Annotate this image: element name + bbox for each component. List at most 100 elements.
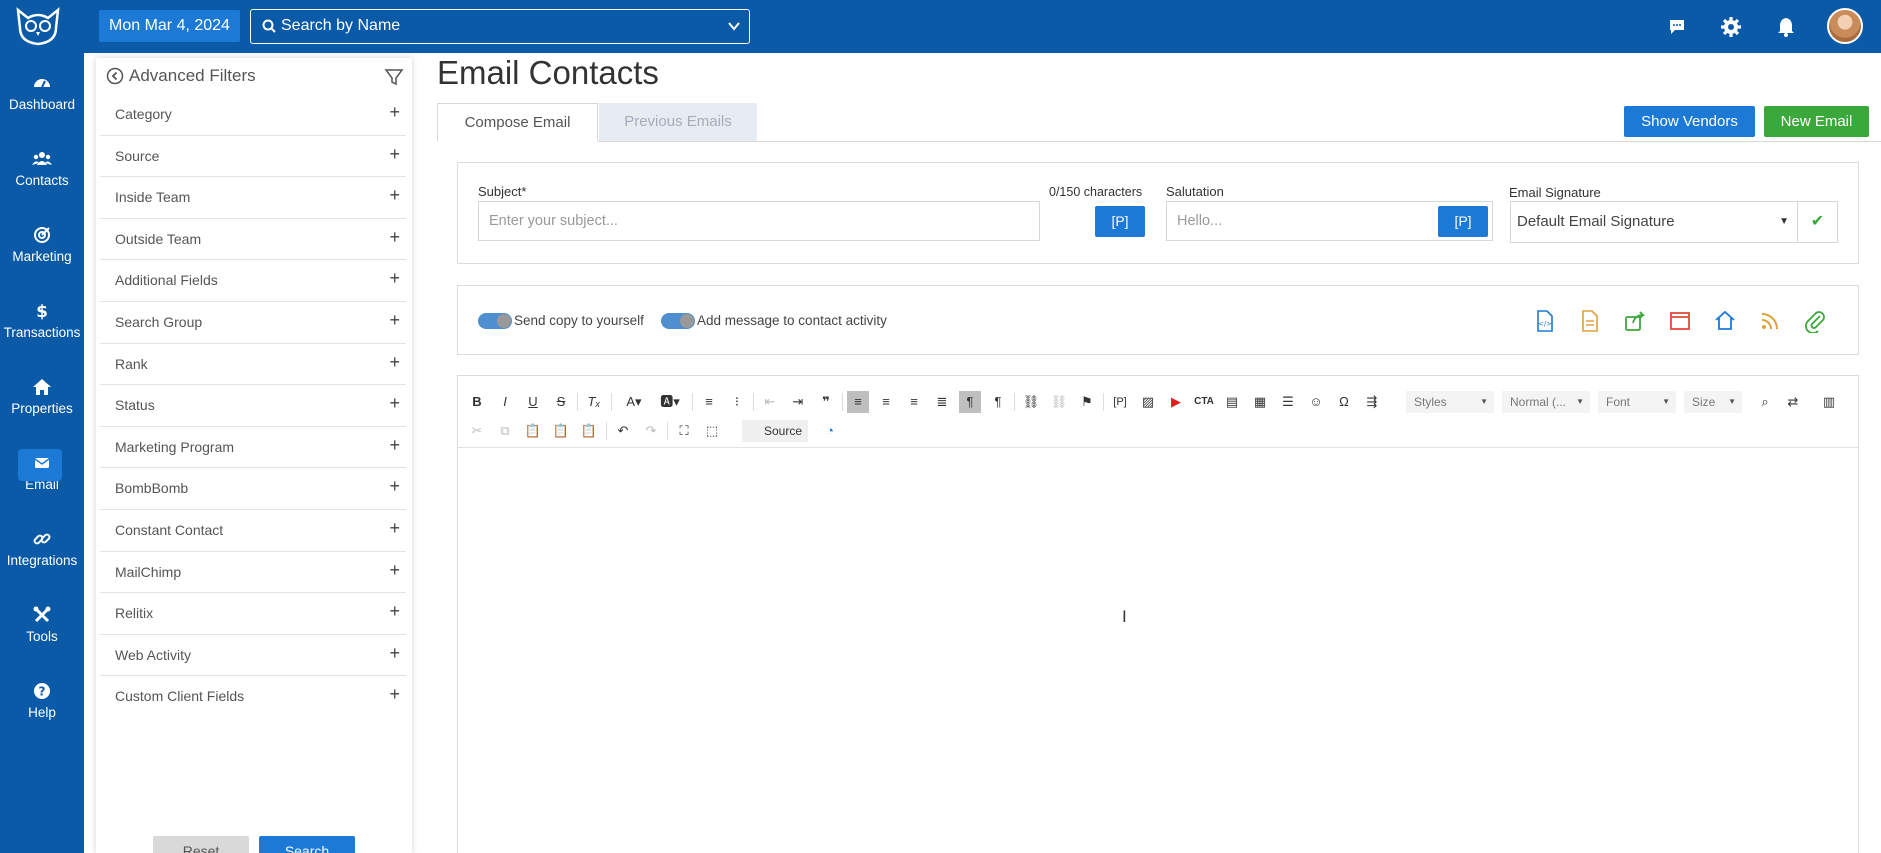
styles-combo[interactable]: Styles ▼ (1406, 391, 1494, 413)
unlink-icon[interactable]: ⛓ (1048, 391, 1070, 413)
align-center-icon[interactable]: ≡ (875, 391, 897, 413)
nav-item-transactions[interactable]: $ Transactions (0, 301, 84, 361)
source-button[interactable]: Source (742, 420, 809, 442)
background-color-icon[interactable]: 🅰▾ (655, 391, 685, 413)
underline-button[interactable]: U (522, 391, 544, 413)
align-left-icon[interactable]: ≡ (847, 391, 869, 413)
subject-placeholder-button[interactable]: [P] (1095, 206, 1145, 237)
table-icon[interactable]: ▦ (1249, 391, 1271, 413)
nav-item-email[interactable]: Email (0, 449, 84, 513)
text-color-icon[interactable]: A▾ (619, 391, 649, 413)
maximize-icon[interactable]: ⛶ (673, 420, 695, 442)
search-by-name-select[interactable]: Search by Name (250, 9, 750, 44)
signature-select[interactable]: Default Email Signature ▼ (1510, 201, 1798, 243)
link-icon[interactable]: ⛓ (1020, 391, 1042, 413)
filter-bombbomb[interactable]: BombBomb + (100, 468, 406, 510)
nav-item-tools[interactable]: Tools (0, 605, 84, 665)
anchor-flag-icon[interactable]: ⚑ (1076, 391, 1098, 413)
filter-status[interactable]: Status + (100, 385, 406, 427)
paste-word-icon[interactable]: 📋 (578, 420, 600, 442)
filter-search-group[interactable]: Search Group + (100, 302, 406, 344)
filter-funnel-icon[interactable] (384, 67, 404, 87)
editor-content-area[interactable] (458, 448, 1858, 853)
filter-source[interactable]: Source + (100, 136, 406, 178)
font-combo[interactable]: Font ▼ (1598, 391, 1676, 413)
filter-outside-team[interactable]: Outside Team + (100, 219, 406, 261)
nav-item-contacts[interactable]: Contacts (0, 149, 84, 209)
italic-button[interactable]: I (494, 391, 516, 413)
subject-input[interactable]: Enter your subject... (478, 201, 1040, 241)
filter-mailchimp[interactable]: MailChimp + (100, 552, 406, 594)
share-icon[interactable] (1623, 309, 1647, 333)
filter-custom-client-fields[interactable]: Custom Client Fields + (100, 676, 406, 718)
gear-icon[interactable] (1717, 13, 1745, 41)
youtube-icon[interactable]: ▶ (1165, 391, 1187, 413)
find-icon[interactable]: ⌕ (1754, 391, 1776, 413)
blockquote-icon[interactable]: ❞ (815, 391, 837, 413)
size-combo[interactable]: Size ▼ (1684, 391, 1742, 413)
replace-icon[interactable]: ⇄ (1782, 391, 1804, 413)
filter-web-activity[interactable]: Web Activity + (100, 635, 406, 677)
property-home-icon[interactable] (1713, 309, 1737, 333)
redo-icon[interactable]: ↷ (640, 420, 662, 442)
date-display[interactable]: Mon Mar 4, 2024 (99, 10, 240, 42)
special-char-icon[interactable]: Ω (1333, 391, 1355, 413)
outdent-icon[interactable]: ⇤ (759, 391, 781, 413)
nav-item-integrations[interactable]: Integrations (0, 529, 84, 589)
nav-item-help[interactable]: ? Help (0, 681, 84, 741)
rss-icon[interactable] (1758, 309, 1782, 333)
ltr-direction-icon[interactable]: ¶ (959, 391, 981, 413)
template-file-icon[interactable] (1578, 309, 1602, 333)
nav-item-properties[interactable]: Properties (0, 377, 84, 437)
attachment-icon[interactable] (1803, 309, 1827, 333)
owl-logo-icon[interactable] (12, 6, 64, 46)
filter-relitix[interactable]: Relitix + (100, 593, 406, 635)
filter-marketing-program[interactable]: Marketing Program + (100, 427, 406, 469)
html-file-icon[interactable]: </> (1533, 309, 1557, 333)
bold-button[interactable]: B (466, 391, 488, 413)
signature-confirm-button[interactable]: ✔ (1798, 201, 1838, 243)
nav-item-dashboard[interactable]: Dashboard (0, 73, 84, 133)
filter-rank[interactable]: Rank + (100, 344, 406, 386)
cut-icon[interactable]: ✂ (466, 420, 488, 442)
add-activity-toggle[interactable] (661, 313, 695, 329)
strikethrough-button[interactable]: S (550, 391, 572, 413)
remove-format-icon[interactable]: Tₓ (583, 391, 605, 413)
search-button[interactable]: Search (259, 836, 355, 853)
salutation-placeholder-button[interactable]: [P] (1438, 206, 1488, 237)
show-vendors-button[interactable]: Show Vendors (1624, 106, 1755, 137)
chat-icon[interactable] (1663, 13, 1691, 41)
paste-text-icon[interactable]: 📋 (550, 420, 572, 442)
format-combo[interactable]: Normal (... ▼ (1502, 391, 1590, 413)
rtl-direction-icon[interactable]: ¶ (987, 391, 1009, 413)
reset-button[interactable]: Reset (153, 836, 249, 853)
indent-icon[interactable]: ⇥ (787, 391, 809, 413)
bell-icon[interactable] (1772, 13, 1800, 41)
send-copy-toggle[interactable] (478, 313, 512, 329)
autogrow-icon[interactable]: ⬚ (701, 420, 723, 442)
filter-additional-fields[interactable]: Additional Fields + (100, 260, 406, 302)
cta-icon[interactable]: CTA (1193, 391, 1215, 413)
back-circle-icon[interactable] (106, 67, 124, 85)
horizontal-line-icon[interactable]: ☰ (1277, 391, 1299, 413)
document-icon[interactable]: ▤ (1221, 391, 1243, 413)
filter-category[interactable]: Category + (100, 94, 406, 136)
image-icon[interactable]: ▨ (1137, 391, 1159, 413)
browser-window-icon[interactable] (1668, 309, 1692, 333)
placeholder-icon[interactable]: [P] (1109, 391, 1131, 413)
plugin-icon[interactable]: ◔ (819, 420, 841, 442)
copy-icon[interactable]: ⧉ (494, 420, 516, 442)
tab-compose-email[interactable]: Compose Email (437, 103, 598, 141)
tab-previous-emails[interactable]: Previous Emails (599, 103, 757, 141)
filter-inside-team[interactable]: Inside Team + (100, 177, 406, 219)
show-blocks-icon[interactable]: ▥ (1818, 391, 1840, 413)
new-email-button[interactable]: New Email (1764, 106, 1869, 137)
smiley-icon[interactable]: ☺ (1305, 391, 1327, 413)
user-avatar[interactable] (1827, 8, 1863, 44)
nav-item-marketing[interactable]: Marketing (0, 225, 84, 285)
filter-constant-contact[interactable]: Constant Contact + (100, 510, 406, 552)
paste-icon[interactable]: 📋 (522, 420, 544, 442)
page-break-icon[interactable]: ⇶ (1361, 391, 1383, 413)
align-right-icon[interactable]: ≡ (903, 391, 925, 413)
bulleted-list-icon[interactable]: ⁝ (726, 391, 748, 413)
